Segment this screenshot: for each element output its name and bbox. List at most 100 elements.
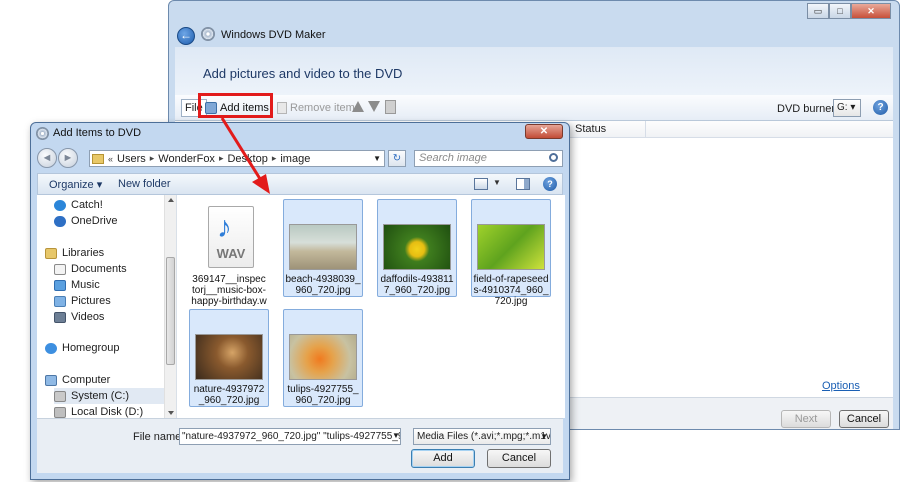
file-item-rapeseed[interactable]: field-of-rapeseeds-4910374_960_720.jpg bbox=[471, 199, 551, 307]
window-controls: ▭ □ ✕ bbox=[807, 3, 891, 19]
dvd-disc-icon bbox=[201, 27, 215, 41]
breadcrumb-separator[interactable]: ▸ bbox=[150, 153, 155, 164]
back-arrow-icon[interactable]: ← bbox=[177, 27, 195, 45]
catch-icon bbox=[54, 199, 66, 211]
file-item-wav[interactable]: ♪ WAV 369147__inspectorj__music-box-happ… bbox=[189, 199, 269, 318]
address-bar[interactable]: « Users ▸ WonderFox ▸ Desktop ▸ image ▼ bbox=[89, 150, 385, 167]
file-name: daffodils-4938117_960_720.jpg bbox=[380, 274, 454, 296]
breadcrumb-wonderfox[interactable]: WonderFox bbox=[158, 153, 215, 165]
nav-buttons: ◄ ► bbox=[37, 148, 79, 168]
search-input[interactable]: Search image bbox=[414, 150, 563, 167]
back-icon[interactable]: ◄ bbox=[37, 148, 57, 168]
document-icon[interactable] bbox=[385, 100, 396, 114]
beach-thumbnail bbox=[289, 224, 357, 270]
window-title: Windows DVD Maker bbox=[221, 29, 326, 41]
cancel-button[interactable]: Cancel bbox=[839, 410, 889, 428]
scroll-up-icon[interactable] bbox=[168, 198, 174, 202]
nav-item-label: System (C:) bbox=[71, 390, 130, 402]
onedrive-icon bbox=[54, 215, 66, 227]
breadcrumb-users[interactable]: Users bbox=[117, 153, 146, 165]
nav-item-label: Catch! bbox=[71, 199, 103, 211]
breadcrumb-separator[interactable]: ▸ bbox=[219, 153, 224, 164]
documents-icon bbox=[54, 263, 66, 275]
file-item-daffodils[interactable]: daffodils-4938117_960_720.jpg bbox=[377, 199, 457, 297]
page-heading: Add pictures and video to the DVD bbox=[203, 66, 403, 81]
nav-item-label: Computer bbox=[62, 374, 111, 386]
file-item-tulips[interactable]: tulips-4927755_960_720.jpg bbox=[283, 309, 363, 407]
view-dropdown-icon[interactable]: ▼ bbox=[493, 178, 501, 187]
nature-thumbnail bbox=[195, 334, 263, 380]
music-icon bbox=[54, 279, 66, 291]
file-type-value: Media Files (*.avi;*.mpg;*.m1v; bbox=[417, 431, 551, 442]
music-note-icon: ♪ bbox=[217, 211, 232, 244]
wav-icon-label: WAV bbox=[216, 246, 246, 261]
scrollbar-thumb[interactable] bbox=[166, 257, 175, 365]
nav-item-pictures[interactable]: Pictures bbox=[54, 293, 176, 309]
dialog-close-button[interactable]: ✕ bbox=[525, 124, 563, 139]
file-name-label: File name: bbox=[133, 431, 185, 443]
nav-item-label: Libraries bbox=[62, 247, 105, 259]
add-button[interactable]: Add bbox=[411, 449, 475, 468]
file-type-select[interactable]: Media Files (*.avi;*.mpg;*.m1v; ▼ bbox=[413, 428, 551, 445]
dvd-burner-label: DVD burner: bbox=[777, 103, 839, 115]
new-folder-button[interactable]: New folder bbox=[118, 178, 171, 190]
file-item-nature[interactable]: nature-4937972_960_720.jpg bbox=[189, 309, 269, 407]
file-item-beach[interactable]: beach-4938039_960_720.jpg bbox=[283, 199, 363, 297]
computer-icon bbox=[45, 374, 57, 386]
dvd-burner-select[interactable]: G: ▾ bbox=[833, 99, 861, 117]
maximize-button[interactable]: □ bbox=[829, 3, 851, 19]
dialog-title: Add Items to DVD bbox=[53, 127, 142, 139]
wav-file-icon: ♪ WAV bbox=[208, 206, 254, 268]
chevron-down-icon: ▼ bbox=[540, 432, 548, 441]
column-status[interactable]: Status bbox=[575, 123, 606, 135]
nav-item-label: Homegroup bbox=[62, 342, 120, 354]
forward-icon[interactable]: ► bbox=[58, 148, 78, 168]
add-items-highlight bbox=[198, 93, 273, 118]
breadcrumb-image[interactable]: image bbox=[280, 153, 310, 165]
options-link[interactable]: Options bbox=[822, 380, 860, 392]
nav-item-catch[interactable]: Catch! bbox=[54, 197, 176, 213]
move-down-icon[interactable] bbox=[368, 101, 380, 112]
nav-item-documents[interactable]: Documents bbox=[54, 261, 176, 277]
nav-item-homegroup[interactable]: Homegroup bbox=[45, 340, 171, 356]
dialog-cancel-button[interactable]: Cancel bbox=[487, 449, 551, 468]
nav-item-videos[interactable]: Videos bbox=[54, 309, 176, 325]
file-name-input[interactable]: "nature-4937972_960_720.jpg" "tulips-492… bbox=[179, 428, 401, 445]
libraries-icon bbox=[45, 247, 57, 259]
breadcrumb-separator[interactable]: ▸ bbox=[272, 153, 277, 164]
nav-scrollbar[interactable] bbox=[164, 195, 176, 418]
move-up-icon[interactable] bbox=[352, 101, 364, 112]
preview-pane-icon[interactable] bbox=[516, 178, 530, 190]
file-name-dropdown-icon[interactable]: ▼ bbox=[390, 428, 402, 445]
minimize-button[interactable]: ▭ bbox=[807, 3, 829, 19]
scroll-down-icon[interactable] bbox=[168, 411, 174, 415]
dvd-disc-icon bbox=[36, 127, 49, 140]
nav-item-computer[interactable]: Computer bbox=[45, 372, 171, 388]
file-name: nature-4937972_960_720.jpg bbox=[193, 384, 265, 406]
address-dropdown-icon[interactable]: ▼ bbox=[373, 151, 381, 166]
help-icon[interactable]: ? bbox=[873, 100, 888, 115]
nav-item-system-c[interactable]: System (C:) bbox=[54, 388, 176, 404]
help-icon[interactable]: ? bbox=[543, 177, 557, 191]
next-button[interactable]: Next bbox=[781, 410, 831, 428]
nav-item-local-disk-d[interactable]: Local Disk (D:) bbox=[54, 404, 176, 418]
remove-items-button[interactable]: Remove items bbox=[277, 99, 360, 117]
close-button[interactable]: ✕ bbox=[851, 3, 891, 19]
remove-items-label: Remove items bbox=[290, 102, 361, 114]
breadcrumb-overflow[interactable]: « bbox=[108, 154, 113, 164]
organize-button[interactable]: Organize ▾ bbox=[49, 178, 102, 191]
breadcrumb-desktop[interactable]: Desktop bbox=[227, 153, 267, 165]
dvd-titlebar: ▭ □ ✕ ← Windows DVD Maker bbox=[169, 1, 899, 47]
column-divider bbox=[645, 121, 646, 138]
nav-item-label: OneDrive bbox=[71, 215, 118, 227]
nav-item-onedrive[interactable]: OneDrive bbox=[54, 213, 176, 229]
refresh-icon[interactable]: ↻ bbox=[388, 150, 406, 167]
file-name: field-of-rapeseeds-4910374_960_720.jpg bbox=[473, 274, 549, 307]
nav-item-libraries[interactable]: Libraries bbox=[45, 245, 171, 261]
nav-item-label: Music bbox=[71, 279, 100, 291]
pictures-icon bbox=[54, 295, 66, 307]
command-bar: Organize ▾ New folder ▼ ? bbox=[37, 173, 563, 195]
drive-c-icon bbox=[54, 390, 66, 402]
view-icon[interactable] bbox=[474, 178, 488, 190]
nav-item-music[interactable]: Music bbox=[54, 277, 176, 293]
